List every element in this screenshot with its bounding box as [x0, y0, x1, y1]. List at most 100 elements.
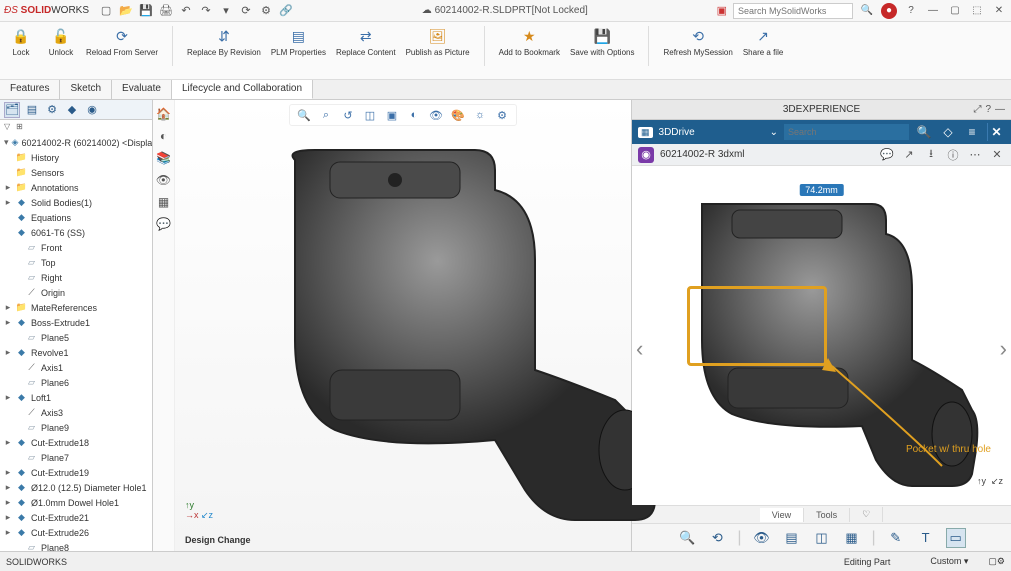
ribbon-replace-revision[interactable]: ⇵Replace By Revision: [187, 26, 261, 57]
next-arrow-icon[interactable]: ›: [1000, 336, 1007, 362]
user-avatar[interactable]: ●: [881, 3, 897, 19]
hide-show-icon[interactable]: 👁: [428, 107, 444, 123]
status-gear-icon[interactable]: ⚙: [997, 556, 1005, 567]
tree-item[interactable]: ▸◆Solid Bodies(1): [0, 195, 152, 210]
ribbon-save-options[interactable]: 💾Save with Options: [570, 26, 634, 57]
ribbon-share-file[interactable]: ↗Share a file: [743, 26, 783, 57]
tree-item[interactable]: ▸◆Ø1.0mm Dowel Hole1: [0, 495, 152, 510]
tree-root[interactable]: ▾◈60214002-R (60214002) <Display St..: [0, 135, 152, 150]
tree-item[interactable]: 📁History: [0, 150, 152, 165]
zoom-fit-icon[interactable]: 🔍: [296, 107, 312, 123]
print-icon[interactable]: 🖨: [159, 4, 173, 18]
tab-tools[interactable]: Tools: [804, 508, 850, 522]
display-style-icon[interactable]: ◐: [406, 107, 422, 123]
tree-item[interactable]: ▸◆Ø12.0 (12.5) Diameter Hole1: [0, 480, 152, 495]
section-icon[interactable]: ◫: [362, 107, 378, 123]
expand-icon[interactable]: ⊞: [16, 122, 23, 131]
config-tab-icon[interactable]: ⚙: [44, 102, 60, 118]
close-icon[interactable]: ✕: [991, 3, 1007, 19]
apply-scene-icon[interactable]: ☼: [472, 107, 488, 123]
tree-item[interactable]: ▱Plane7: [0, 450, 152, 465]
rebuild-icon[interactable]: ⟳: [239, 4, 253, 18]
tree-twisty[interactable]: ▸: [4, 392, 12, 403]
panel-min-icon[interactable]: —: [995, 104, 1005, 115]
save-icon[interactable]: 💾: [139, 4, 153, 18]
tree-item[interactable]: ▸◆Loft1: [0, 390, 152, 405]
fit-icon[interactable]: 🔍: [677, 528, 697, 548]
taskpane-home-icon[interactable]: 🏠: [156, 106, 172, 122]
undo-icon[interactable]: ↶: [179, 4, 193, 18]
select-icon[interactable]: ▾: [219, 4, 233, 18]
display-tab-icon[interactable]: ◉: [84, 102, 100, 118]
tree-item[interactable]: ▸◆Cut-Extrude26: [0, 525, 152, 540]
taskpane-forum-icon[interactable]: 💬: [156, 216, 172, 232]
ribbon-replace-content[interactable]: ⇄Replace Content: [336, 26, 396, 57]
property-tab-icon[interactable]: ▤: [24, 102, 40, 118]
tree-item[interactable]: ▸📁MateReferences: [0, 300, 152, 315]
cube-icon[interactable]: ◫: [812, 528, 832, 548]
tab-lifecycle[interactable]: Lifecycle and Collaboration: [172, 80, 313, 99]
tree-twisty[interactable]: ▸: [4, 527, 12, 538]
tab-evaluate[interactable]: Evaluate: [112, 80, 172, 99]
maximize-icon[interactable]: ⬚: [969, 3, 985, 19]
tree-item[interactable]: ▱Right: [0, 270, 152, 285]
tree-item[interactable]: ▱Plane6: [0, 375, 152, 390]
search-input[interactable]: [733, 3, 853, 19]
tree-twisty[interactable]: ▸: [4, 317, 12, 328]
tree-item[interactable]: ▸📁Annotations: [0, 180, 152, 195]
more-icon[interactable]: ⋯: [967, 147, 983, 163]
tree-item[interactable]: ▱Plane8: [0, 540, 152, 551]
prev-view-icon[interactable]: ↺: [340, 107, 356, 123]
feature-tree-tab-icon[interactable]: 🗂: [4, 102, 20, 118]
drive-app-icon[interactable]: ▦: [638, 127, 653, 138]
ribbon-reload[interactable]: ⟳Reload From Server: [86, 26, 158, 57]
share-icon[interactable]: ↗: [901, 147, 917, 163]
tree-item[interactable]: ▸◆Cut-Extrude19: [0, 465, 152, 480]
status-unit-icon[interactable]: ▢: [988, 556, 997, 567]
tree-item[interactable]: ▱Top: [0, 255, 152, 270]
redo-icon[interactable]: ↷: [199, 4, 213, 18]
drive-search-icon[interactable]: 🔍: [915, 123, 933, 141]
search-icon[interactable]: 🔍: [859, 3, 875, 19]
panel-help-icon[interactable]: ?: [985, 104, 991, 115]
tree-item[interactable]: ◆Equations: [0, 210, 152, 225]
taskpane-view-icon[interactable]: 👁: [156, 172, 172, 188]
panel-pin-icon[interactable]: ⤢: [973, 104, 981, 115]
file-close-icon[interactable]: ✕: [989, 147, 1005, 163]
ribbon-unlock[interactable]: 🔓Unlock: [46, 26, 76, 57]
tree-twisty[interactable]: ▸: [4, 482, 12, 493]
note-icon[interactable]: ▭: [946, 528, 966, 548]
tree-item[interactable]: ⟋Axis3: [0, 405, 152, 420]
tree-item[interactable]: ▱Front: [0, 240, 152, 255]
dim-tab-icon[interactable]: ◆: [64, 102, 80, 118]
download-icon[interactable]: ⭳: [923, 147, 939, 163]
drive-tag-icon[interactable]: ◇: [939, 123, 957, 141]
taskpane-appearances-icon[interactable]: ◐: [156, 128, 172, 144]
tree-item[interactable]: ⟋Axis1: [0, 360, 152, 375]
tree-twisty[interactable]: ▸: [4, 302, 12, 313]
tree-item[interactable]: ▸◆Boss-Extrude1: [0, 315, 152, 330]
comment-icon[interactable]: 💬: [879, 147, 895, 163]
tree-item[interactable]: ⟋Origin: [0, 285, 152, 300]
tab-features[interactable]: Features: [0, 80, 60, 99]
tree-item[interactable]: ◆6061-T6 (SS): [0, 225, 152, 240]
tree-twisty[interactable]: ▸: [4, 437, 12, 448]
rotate-icon[interactable]: ⟲: [707, 528, 727, 548]
drive-close-icon[interactable]: ✕: [987, 123, 1005, 141]
ribbon-add-bookmark[interactable]: ★Add to Bookmark: [499, 26, 560, 57]
layers-icon[interactable]: ▤: [782, 528, 802, 548]
tree-item[interactable]: ▱Plane5: [0, 330, 152, 345]
restore-icon[interactable]: ▢: [947, 3, 963, 19]
zoom-area-icon[interactable]: ⌕: [318, 107, 334, 123]
tab-view[interactable]: View: [760, 508, 804, 522]
link-icon[interactable]: 🔗: [279, 4, 293, 18]
edit-appearance-icon[interactable]: 🎨: [450, 107, 466, 123]
wireframe-icon[interactable]: ▦: [842, 528, 862, 548]
tree-item[interactable]: ▸◆Cut-Extrude18: [0, 435, 152, 450]
drive-search-input[interactable]: [784, 124, 909, 140]
help-icon[interactable]: ?: [903, 3, 919, 19]
tree-item[interactable]: 📁Sensors: [0, 165, 152, 180]
minimize-icon[interactable]: —: [925, 3, 941, 19]
ribbon-publish-picture[interactable]: 🖼Publish as Picture: [406, 26, 470, 57]
open-icon[interactable]: 📂: [119, 4, 133, 18]
